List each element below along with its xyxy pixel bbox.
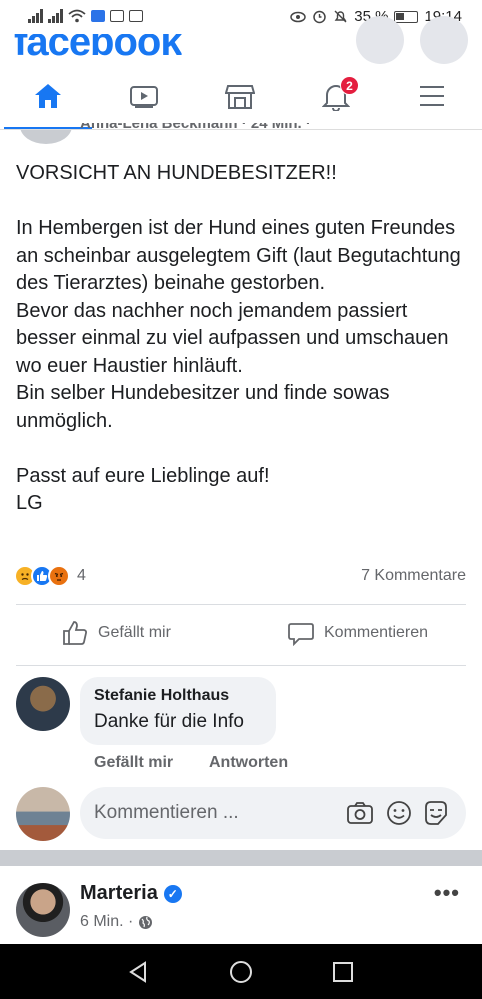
next-post-time[interactable]: 6 Min. · — [80, 913, 133, 931]
tab-notifications[interactable]: 2 — [306, 74, 366, 118]
wifi-icon — [68, 9, 86, 23]
current-user-avatar — [16, 787, 70, 841]
tab-home[interactable] — [18, 74, 78, 118]
gallery-notification-icon — [110, 10, 124, 22]
mute-icon — [334, 10, 347, 23]
more-options-icon[interactable]: ••• — [434, 880, 460, 906]
actions-divider-top — [16, 604, 466, 605]
tab-marketplace[interactable] — [210, 74, 270, 118]
comment-icon — [288, 623, 314, 646]
like-button-label: Gefällt mir — [98, 624, 171, 641]
reaction-count: 4 — [77, 567, 86, 584]
sticker-icon[interactable] — [422, 799, 450, 827]
camera-icon[interactable] — [346, 799, 374, 827]
app-header: facebook 2 — [0, 16, 482, 130]
recents-nav-icon[interactable] — [329, 958, 357, 986]
back-nav-icon[interactable] — [124, 958, 152, 986]
notification-badge: 2 — [340, 76, 359, 95]
verified-badge-icon: ✓ — [163, 884, 182, 903]
status-left — [28, 9, 143, 23]
store-icon — [225, 85, 255, 109]
thumbs-up-icon — [63, 621, 87, 645]
home-nav-icon[interactable] — [227, 958, 255, 986]
comment-author[interactable]: Stefanie Holthaus — [94, 687, 262, 705]
alarm-icon — [313, 10, 326, 24]
search-button[interactable] — [356, 16, 404, 64]
tab-menu[interactable] — [402, 74, 462, 118]
angry-reaction-icon — [48, 565, 70, 587]
next-post-author[interactable]: Marteria ✓ — [80, 882, 182, 905]
comment-button[interactable]: Kommentieren — [288, 620, 428, 646]
home-icon — [35, 84, 61, 108]
like-button[interactable]: Gefällt mir — [62, 620, 171, 646]
app-notification-icon — [91, 10, 105, 22]
signal-icon — [28, 9, 43, 23]
comment-input-placeholder: Kommentieren ... — [94, 802, 239, 823]
comment-button-label: Kommentieren — [324, 624, 429, 641]
comments-count[interactable]: 7 Kommentare — [361, 567, 466, 585]
emoji-icon[interactable] — [385, 799, 413, 827]
comment-like-button[interactable]: Gefällt mir — [94, 754, 173, 772]
battery-icon — [394, 10, 419, 23]
post-separator — [0, 850, 482, 866]
comment-text: Danke für die Info — [94, 711, 244, 732]
globe-icon — [139, 915, 153, 929]
comment-bubble: Stefanie Holthaus Danke für die Info — [80, 677, 276, 745]
next-post-meta: 6 Min. · — [80, 913, 153, 931]
messenger-button[interactable] — [420, 16, 468, 64]
signal-2-icon — [48, 9, 63, 23]
next-post-author-name: Marteria — [80, 882, 158, 904]
menu-icon — [420, 86, 444, 106]
next-post-avatar[interactable] — [16, 883, 70, 937]
commenter-avatar[interactable] — [16, 677, 70, 731]
eye-icon — [290, 11, 306, 22]
system-nav-bar — [0, 944, 482, 999]
gallery-notification-2-icon — [129, 10, 143, 22]
reactions-summary[interactable]: 4 — [14, 565, 86, 587]
actions-divider-bottom — [16, 665, 466, 666]
tab-watch[interactable] — [114, 74, 174, 118]
video-icon — [130, 86, 158, 108]
post-text: VORSICHT AN HUNDEBESITZER!! In Hembergen… — [16, 162, 461, 514]
tab-bar: 2 — [0, 64, 482, 130]
status-bar: 35 % 19:14 — [0, 0, 482, 34]
comment-reply-button[interactable]: Antworten — [209, 754, 288, 772]
comment-input[interactable]: Kommentieren ... — [80, 787, 466, 839]
